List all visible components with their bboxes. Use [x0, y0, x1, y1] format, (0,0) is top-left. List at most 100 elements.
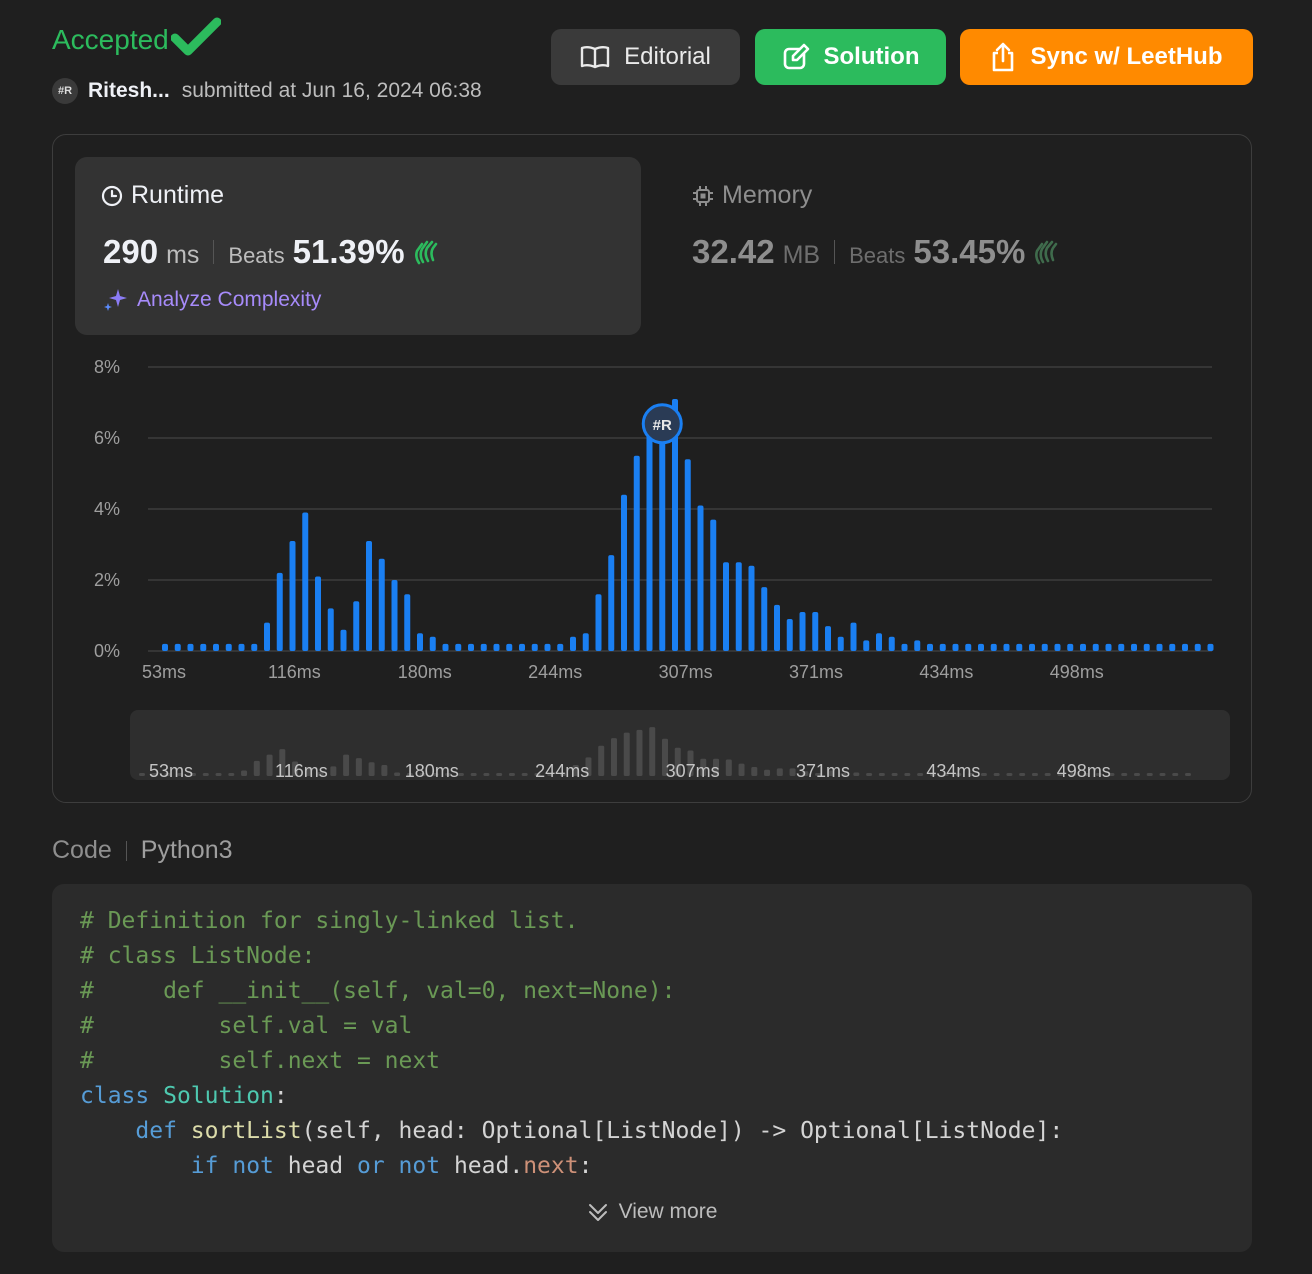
overview-bar — [878, 773, 885, 776]
y-tick-label: 6% — [94, 428, 120, 448]
overview-bar — [853, 772, 860, 776]
overview-tick-label: 371ms — [796, 761, 850, 781]
bar — [340, 629, 347, 651]
x-tick-label: 53ms — [142, 662, 186, 682]
overview-bar — [521, 773, 528, 776]
memory-card[interactable]: Memory 32.42 MB Beats 53.45% — [670, 157, 1230, 335]
memory-beats-value: 53.45% — [913, 233, 1026, 270]
analyze-complexity-link[interactable]: Analyze Complexity — [103, 287, 321, 313]
overview-bar — [776, 768, 783, 776]
overview-bar — [980, 773, 987, 776]
overview-bar — [764, 769, 771, 776]
bar — [978, 643, 984, 651]
bar — [582, 633, 589, 651]
bar — [710, 519, 717, 651]
bar — [1080, 643, 1086, 651]
code-header: Code Python3 — [52, 836, 233, 865]
overview-bar — [623, 732, 630, 776]
bar — [621, 494, 627, 651]
bar — [468, 643, 474, 651]
bar — [187, 643, 194, 651]
bar — [302, 512, 309, 651]
view-more-button[interactable]: View more — [52, 1200, 1252, 1224]
overview-bar — [496, 773, 503, 776]
overview-bar — [394, 772, 401, 776]
overview-tick-label: 53ms — [149, 761, 193, 781]
overview-bar — [355, 758, 362, 776]
bar — [264, 622, 270, 651]
solution-label: Solution — [823, 43, 920, 70]
x-tick-label: 116ms — [268, 662, 321, 682]
bar — [876, 633, 882, 651]
overview-bar — [993, 773, 1000, 776]
sync-leethub-button[interactable]: Sync w/ LeetHub — [960, 29, 1253, 85]
bar — [888, 636, 895, 651]
overview-bar — [470, 773, 477, 776]
bar — [455, 643, 462, 651]
bar — [544, 643, 551, 651]
user-marker-label: #R — [653, 417, 672, 434]
bar — [1118, 643, 1125, 651]
bar — [1156, 643, 1163, 651]
bar — [927, 643, 933, 651]
bar — [162, 643, 168, 651]
overview-bar — [1031, 773, 1038, 776]
code-block[interactable]: # Definition for singly-linked list. # c… — [52, 884, 1252, 1252]
runtime-beats-value: 51.39% — [292, 233, 405, 270]
overview-bar — [738, 763, 745, 776]
bar — [697, 505, 704, 651]
bar — [531, 643, 538, 651]
bar — [748, 565, 755, 651]
bar — [723, 562, 729, 651]
overview-tick-label: 307ms — [666, 761, 720, 781]
code-language: Python3 — [140, 836, 233, 864]
bar — [901, 643, 908, 651]
memory-beats-label: Beats — [849, 243, 906, 268]
editorial-button[interactable]: Editorial — [551, 29, 740, 85]
clock-icon — [101, 185, 123, 206]
bar — [952, 643, 959, 651]
solution-button[interactable]: Solution — [755, 29, 946, 85]
runtime-card[interactable]: Runtime 290 ms Beats 51.39% Analyze Comp… — [75, 157, 641, 335]
overview-bar — [649, 727, 656, 776]
bar — [1029, 643, 1035, 651]
bar — [327, 608, 334, 651]
bar — [1207, 643, 1214, 651]
bar — [251, 643, 258, 651]
overview-bar — [1159, 773, 1166, 776]
bar — [825, 626, 831, 651]
chevron-double-down-icon — [588, 1204, 607, 1221]
code-text: # Definition for singly-linked list. # c… — [80, 908, 1064, 1179]
runtime-beats-label: Beats — [228, 243, 285, 268]
bar — [225, 643, 232, 651]
avatar[interactable]: #R — [52, 78, 78, 104]
bar — [939, 643, 946, 651]
bar — [213, 643, 219, 651]
overview-bar — [508, 773, 515, 776]
username[interactable]: Ritesh... — [88, 79, 170, 103]
clap-icon — [1035, 240, 1058, 265]
runtime-distribution-chart[interactable]: 0% 2% 4% 6% 8% 53ms 116ms 180ms 244ms 307ms 371ms 4… — [60, 350, 1240, 790]
runtime-title: Runtime — [101, 181, 224, 210]
overview-bar — [381, 764, 388, 776]
overview-bar — [343, 754, 350, 776]
bar — [1131, 643, 1137, 651]
overview-tick-label: 244ms — [535, 761, 589, 781]
overview-bar — [139, 773, 145, 776]
overview-bar — [202, 773, 209, 776]
runtime-value: 290 — [103, 233, 159, 270]
overview-bar — [330, 766, 337, 776]
runtime-metric: 290 ms Beats 51.39% — [103, 233, 441, 271]
bar — [493, 643, 500, 651]
submitted-time: submitted at Jun 16, 2024 06:38 — [181, 79, 482, 102]
memory-metric: 32.42 MB Beats 53.45% — [692, 233, 1061, 271]
overview-bar — [253, 760, 260, 776]
analyze-label: Analyze Complexity — [137, 288, 322, 311]
bar — [238, 643, 245, 651]
y-tick-label: 2% — [94, 570, 120, 590]
bar — [761, 587, 768, 651]
bar — [774, 604, 780, 651]
overview-bar — [1044, 773, 1051, 776]
bar — [1143, 643, 1150, 651]
overview-tick-label: 498ms — [1057, 761, 1111, 781]
